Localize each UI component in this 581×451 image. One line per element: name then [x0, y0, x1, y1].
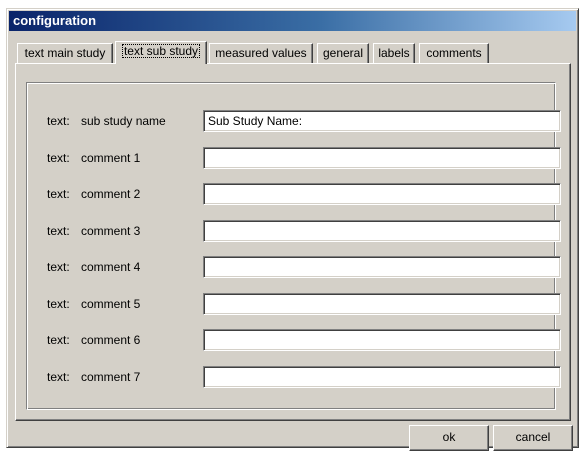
row-prefix: text: [47, 297, 70, 311]
cancel-button[interactable]: cancel [493, 425, 573, 451]
row-label-text: comment 4 [81, 260, 141, 274]
row-label-text: comment 2 [81, 187, 141, 201]
row-prefix: text: [47, 224, 70, 238]
row-label-text: comment 5 [81, 297, 141, 311]
text-fields-group: text: sub study name text: comment 1 text:… [26, 82, 561, 410]
row-prefix: text: [47, 114, 70, 128]
row-label-text: comment 3 [81, 224, 141, 238]
form-row-comment-4: text: comment 4 [27, 256, 561, 278]
row-label: text: sub study name [47, 114, 166, 128]
row-prefix: text: [47, 370, 70, 384]
tab-measured-values[interactable]: measured values [209, 43, 313, 63]
comment-1-input[interactable] [203, 147, 561, 169]
row-prefix: text: [47, 187, 70, 201]
form-row-comment-3: text: comment 3 [27, 220, 561, 242]
tab-label: measured values [215, 46, 307, 60]
tab-general[interactable]: general [317, 43, 369, 63]
form-row-comment-1: text: comment 1 [27, 147, 561, 169]
form-row-sub-study-name: text: sub study name [27, 110, 561, 132]
row-label-text: sub study name [81, 114, 166, 128]
tab-strip: text main study text sub study measured … [15, 41, 570, 64]
row-label: text: comment 2 [47, 187, 140, 201]
comment-2-input[interactable] [203, 183, 561, 205]
row-label: text: comment 7 [47, 370, 140, 384]
row-label-text: comment 1 [81, 151, 141, 165]
configuration-window: configuration text main study text sub s… [6, 8, 579, 451]
comment-7-input[interactable] [203, 366, 561, 388]
comment-6-input[interactable] [203, 329, 561, 351]
comment-3-input[interactable] [203, 220, 561, 242]
row-label: text: comment 4 [47, 260, 140, 274]
ok-button[interactable]: ok [409, 425, 489, 451]
comment-5-input[interactable] [203, 293, 561, 315]
tab-panel-text-sub-study: text: sub study name text: comment 1 text:… [15, 63, 571, 421]
tab-label: labels [378, 46, 410, 60]
form-row-comment-7: text: comment 7 [27, 366, 561, 388]
tab-label: comments [426, 46, 482, 60]
row-prefix: text: [47, 151, 70, 165]
window-title: configuration [9, 11, 576, 31]
row-label: text: comment 5 [47, 297, 140, 311]
tab-comments[interactable]: comments [419, 43, 489, 63]
tab-label: text sub study [121, 44, 201, 58]
tab-text-sub-study[interactable]: text sub study [115, 41, 207, 64]
form-row-comment-5: text: comment 5 [27, 293, 561, 315]
row-prefix: text: [47, 260, 70, 274]
tab-text-main-study[interactable]: text main study [17, 43, 113, 63]
row-label-text: comment 6 [81, 333, 141, 347]
tab-label: general [322, 46, 364, 60]
row-label: text: comment 6 [47, 333, 140, 347]
sub-study-name-input[interactable] [203, 110, 561, 132]
tab-label: text main study [24, 46, 106, 60]
tab-labels[interactable]: labels [373, 43, 415, 63]
row-label: text: comment 1 [47, 151, 140, 165]
comment-4-input[interactable] [203, 256, 561, 278]
row-label-text: comment 7 [81, 370, 141, 384]
row-prefix: text: [47, 333, 70, 347]
form-row-comment-2: text: comment 2 [27, 183, 561, 205]
row-label: text: comment 3 [47, 224, 140, 238]
form-row-comment-6: text: comment 6 [27, 329, 561, 351]
